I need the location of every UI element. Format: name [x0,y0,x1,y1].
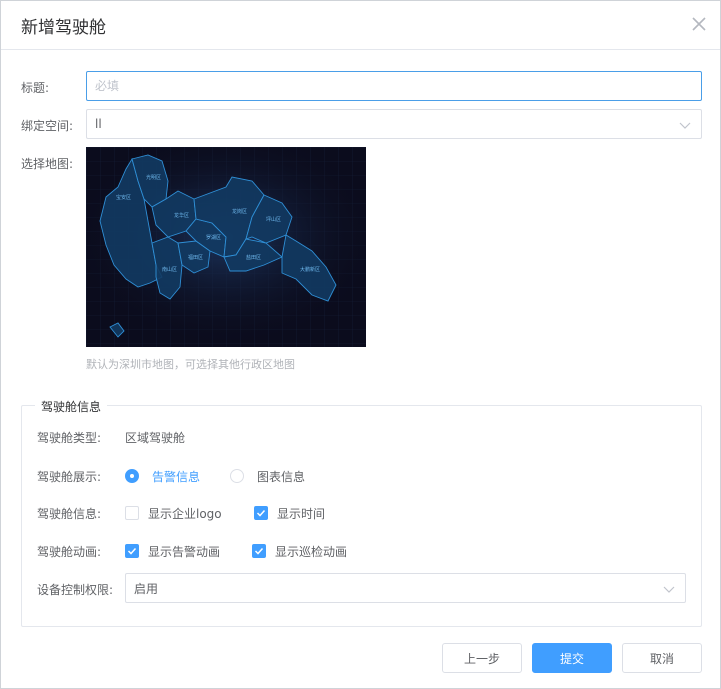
checkbox-alarm-anim-label[interactable]: 显示告警动画 [148,543,220,560]
control-permission-value: 启用 [134,581,159,596]
shenzhen-map-image: 宝安区 光明区 龙华区 南山区 福田区 罗湖区 龙岗区 坪山区 盐田区 大鹏新区 [86,147,366,347]
svg-text:罗湖区: 罗湖区 [206,234,221,241]
checkbox-show-time[interactable] [254,506,268,520]
radio-alarm-info[interactable] [125,469,139,483]
checkbox-show-logo-label[interactable]: 显示企业logo [148,505,222,522]
cockpit-type-label: 驾驶舱类型: [37,431,102,445]
chevron-down-icon [679,122,691,129]
new-cockpit-dialog: 新增驾驶舱 标题: 绑定空间: ll 选择地图: [0,0,721,689]
check-icon [254,547,264,555]
svg-text:龙岗区: 龙岗区 [232,208,247,215]
checkbox-alarm-anim[interactable] [125,544,139,558]
cockpit-info-label: 驾驶舱信息: [37,507,102,521]
radio-chart-info-label[interactable]: 图表信息 [257,468,305,485]
title-label: 标题: [21,81,50,95]
chevron-down-icon [663,586,675,593]
svg-text:光明区: 光明区 [146,174,161,181]
checkbox-patrol-anim[interactable] [252,544,266,558]
cockpit-anim-label: 驾驶舱动画: [37,545,102,559]
space-label: 绑定空间: [21,119,74,133]
map-picker[interactable]: 宝安区 光明区 龙华区 南山区 福田区 罗湖区 龙岗区 坪山区 盐田区 大鹏新区 [86,147,366,347]
checkbox-show-time-label[interactable]: 显示时间 [277,505,325,522]
map-hint: 默认为深圳市地图，可选择其他行政区地图 [86,358,295,371]
title-input[interactable] [86,71,702,101]
check-icon [256,509,266,517]
cockpit-display-label: 驾驶舱展示: [37,470,102,484]
checkbox-show-logo[interactable] [125,506,139,520]
prev-step-button[interactable]: 上一步 [442,643,522,673]
svg-text:龙华区: 龙华区 [174,212,189,219]
cockpit-info-legend: 驾驶舱信息 [35,398,108,415]
radio-alarm-info-label[interactable]: 告警信息 [152,468,200,485]
cockpit-type-value: 区域驾驶舱 [125,431,186,445]
svg-text:福田区: 福田区 [188,254,203,261]
checkbox-patrol-anim-label[interactable]: 显示巡检动画 [275,543,347,560]
svg-text:盐田区: 盐田区 [246,254,261,261]
check-icon [127,547,137,555]
dialog-header: 新增驾驶舱 [1,1,720,50]
cancel-button[interactable]: 取消 [622,643,702,673]
dialog-title: 新增驾驶舱 [21,18,106,38]
close-icon[interactable] [688,13,710,35]
space-select-value: ll [95,117,102,131]
svg-text:宝安区: 宝安区 [116,194,131,201]
radio-chart-info[interactable] [230,469,244,483]
svg-text:南山区: 南山区 [162,266,177,273]
svg-text:大鹏新区: 大鹏新区 [300,266,320,273]
map-label: 选择地图: [21,157,74,171]
control-permission-label: 设备控制权限: [37,583,114,597]
svg-text:坪山区: 坪山区 [266,216,281,223]
control-permission-select[interactable]: 启用 [125,573,686,603]
submit-button[interactable]: 提交 [532,643,612,673]
space-select[interactable]: ll [86,109,702,139]
